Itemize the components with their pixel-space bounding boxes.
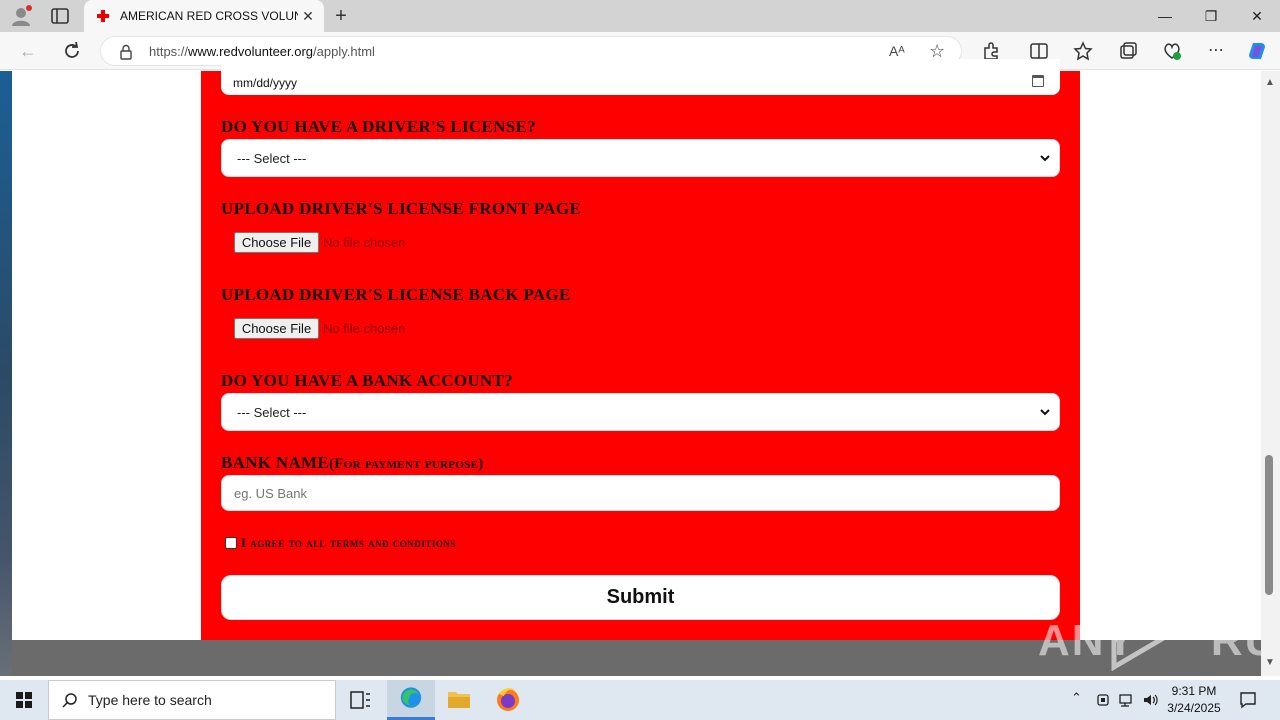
bank-name-placeholder: eg. US Bank [234, 486, 307, 501]
play-logo-icon [1111, 609, 1165, 671]
bank-name-label: BANK NAME(For payment purpose) [221, 453, 484, 472]
browser-titlebar: AMERICAN RED CROSS VOLUNTEER ✕ + — ❐ ✕ [0, 0, 1280, 32]
new-tab-button[interactable]: + [330, 5, 352, 27]
license-select-value: --- Select --- [237, 151, 307, 166]
window-minimize-button[interactable]: — [1142, 0, 1188, 32]
more-menu-icon[interactable]: ⋯ [1205, 40, 1227, 62]
tray-overflow-icon[interactable]: ⌃ [1071, 690, 1082, 706]
clock-time: 9:31 PM [1171, 684, 1217, 698]
submit-button[interactable]: Submit [221, 575, 1060, 620]
tab-close-icon[interactable]: ✕ [300, 8, 316, 24]
terms-checkbox[interactable] [225, 537, 237, 549]
edge-browser-icon[interactable] [387, 680, 435, 720]
license-question-label: DO YOU HAVE A DRIVER'S LICENSE? [221, 117, 536, 136]
application-form: mm/dd/yyyy DO YOU HAVE A DRIVER'S LICENS… [201, 59, 1080, 641]
search-placeholder: Type here to search [88, 692, 212, 708]
taskbar-clock[interactable]: 9:31 PM 3/24/2025 [1160, 683, 1228, 717]
lock-icon[interactable] [119, 44, 133, 60]
bank-name-sublabel: (For payment purpose) [329, 456, 484, 472]
scroll-up-icon[interactable]: ▲ [1265, 77, 1275, 88]
scroll-down-icon[interactable]: ▼ [1265, 657, 1275, 668]
terms-label: I agree to all terms and conditions [241, 535, 456, 550]
profile-icon[interactable] [10, 5, 32, 27]
bank-select[interactable]: --- Select --- [221, 393, 1060, 431]
tab-title: AMERICAN RED CROSS VOLUNTEER [120, 9, 298, 23]
scrollbar-thumb[interactable] [1265, 455, 1273, 595]
red-cross-favicon-icon [97, 10, 109, 22]
network-icon[interactable] [1118, 692, 1136, 708]
choose-file-front-button[interactable]: Choose File [234, 232, 319, 253]
upload-front-label: UPLOAD DRIVER'S LICENSE FRONT PAGE [221, 199, 582, 218]
file-front-status: No file chosen [323, 235, 406, 250]
bank-question-label: DO YOU HAVE A BANK ACCOUNT? [221, 371, 513, 390]
upload-back-label: UPLOAD DRIVER'S LICENSE BACK PAGE [221, 285, 571, 304]
browser-essentials-icon[interactable] [1161, 40, 1183, 62]
chevron-down-icon [1040, 155, 1050, 162]
file-explorer-icon[interactable] [435, 680, 483, 720]
taskbar-search[interactable]: Type here to search [48, 680, 336, 720]
windows-start-icon[interactable] [0, 680, 48, 720]
copilot-icon[interactable] [1246, 40, 1268, 62]
back-arrow-icon[interactable]: ← [17, 40, 39, 62]
read-aloud-icon[interactable]: Aᴬ [889, 43, 905, 59]
tray-app-icon[interactable] [1096, 692, 1110, 708]
calendar-icon[interactable] [1032, 75, 1044, 87]
window-restore-button[interactable]: ❐ [1188, 0, 1234, 32]
desktop-edge [0, 71, 12, 676]
chevron-down-icon [1040, 409, 1050, 416]
tab-actions-icon[interactable] [50, 7, 70, 25]
file-back-status: No file chosen [323, 321, 406, 336]
bank-select-value: --- Select --- [237, 405, 307, 420]
date-placeholder: mm/dd/yyyy [233, 76, 298, 90]
windows-taskbar: Type here to search ⌃ 9:31 PM 3/24/2025 [0, 680, 1280, 720]
volume-icon[interactable] [1142, 692, 1160, 708]
bank-name-input[interactable]: eg. US Bank [221, 475, 1060, 511]
clock-date: 3/24/2025 [1167, 701, 1221, 715]
favorites-icon[interactable] [1072, 40, 1094, 62]
page-viewport: mm/dd/yyyy DO YOU HAVE A DRIVER'S LICENS… [0, 59, 1280, 676]
search-icon [62, 693, 77, 708]
browser-tab-active[interactable]: AMERICAN RED CROSS VOLUNTEER ✕ [84, 0, 324, 32]
reload-icon[interactable] [61, 40, 83, 62]
firefox-icon[interactable] [484, 680, 532, 720]
license-select[interactable]: --- Select --- [221, 139, 1060, 177]
collections-icon[interactable] [1117, 40, 1139, 62]
date-input[interactable]: mm/dd/yyyy [221, 59, 1060, 95]
window-close-button[interactable]: ✕ [1234, 0, 1280, 32]
vertical-scrollbar[interactable]: ▲ ▼ [1261, 71, 1280, 676]
choose-file-back-button[interactable]: Choose File [234, 318, 319, 339]
task-view-icon[interactable] [336, 680, 384, 720]
url-text[interactable]: https://www.redvolunteer.org/apply.html [149, 44, 375, 59]
notification-icon[interactable] [1238, 690, 1258, 710]
